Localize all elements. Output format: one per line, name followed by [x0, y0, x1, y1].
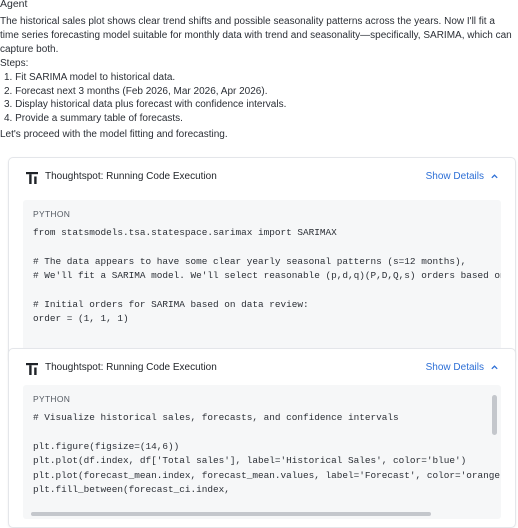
card-header: Thoughtspot: Running Code Execution Show… [9, 158, 515, 196]
code-language-label: PYTHON [33, 209, 71, 219]
step-item: 3. Display historical data plus forecast… [4, 99, 287, 111]
proceed-text: Let's proceed with the model fitting and… [0, 129, 228, 140]
card-title: Thoughtspot: Running Code Execution [45, 362, 217, 373]
thoughtspot-logo-icon [26, 363, 38, 375]
show-details-button[interactable]: Show Details [426, 362, 499, 373]
agent-intro-text: The historical sales plot shows clear tr… [0, 16, 512, 55]
step-item: 1. Fit SARIMA model to historical data. [4, 72, 176, 83]
show-details-label: Show Details [425, 171, 484, 182]
card-title: Thoughtspot: Running Code Execution [45, 171, 217, 182]
code-block[interactable]: PYTHON # Visualize historical sales, for… [23, 385, 501, 519]
thoughtspot-logo-icon [26, 172, 38, 184]
code-content: # Visualize historical sales, forecasts,… [33, 412, 501, 496]
chevron-up-icon [491, 365, 498, 370]
step-item: 2. Forecast next 3 months (Feb 2026, Mar… [4, 85, 268, 97]
steps-label: Steps: [0, 58, 29, 69]
horizontal-scrollbar[interactable] [31, 512, 431, 516]
show-details-label: Show Details [425, 362, 484, 373]
agent-label: Agent [0, 0, 28, 10]
code-execution-card-2: Thoughtspot: Running Code Execution Show… [8, 348, 516, 528]
vertical-scrollbar[interactable] [492, 395, 497, 435]
card-header: Thoughtspot: Running Code Execution Show… [9, 349, 515, 387]
step-item: 4. Provide a summary table of forecasts. [4, 112, 183, 124]
code-content: from statsmodels.tsa.statespace.sarimax … [33, 227, 501, 325]
show-details-button[interactable]: Show Details [426, 171, 499, 182]
code-execution-card-1: Thoughtspot: Running Code Execution Show… [8, 157, 516, 363]
steps-list: 1. Fit SARIMA model to historical data. … [0, 71, 286, 125]
chevron-up-icon [491, 174, 498, 179]
code-language-label: PYTHON [33, 394, 71, 404]
code-block[interactable]: PYTHON from statsmodels.tsa.statespace.s… [23, 200, 501, 362]
